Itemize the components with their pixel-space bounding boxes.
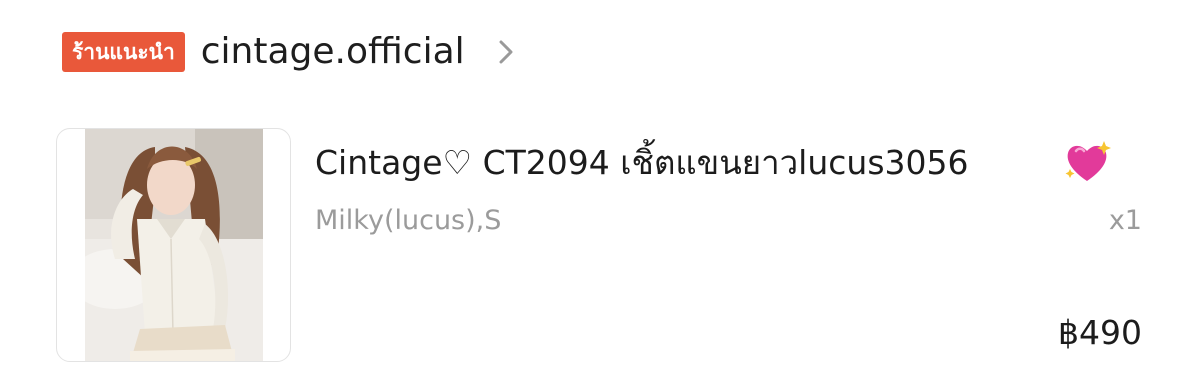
- chevron-right-icon[interactable]: [495, 37, 517, 67]
- product-photo: [85, 129, 263, 361]
- product-quantity: x1: [1108, 205, 1142, 236]
- product-variant: Milky(lucus),S: [315, 205, 502, 236]
- recommended-shop-badge: ร้านแนะนำ: [62, 32, 185, 72]
- order-item-card: ร้านแนะนำ cintage.official Cintage♡ CT20…: [0, 0, 1200, 390]
- product-title[interactable]: Cintage♡ CT2094 เชิ้ตแขนยาวlucus3056: [315, 139, 969, 187]
- sparkling-heart-icon: [1065, 141, 1111, 181]
- shop-header[interactable]: ร้านแนะนำ cintage.official: [62, 30, 517, 74]
- shop-name[interactable]: cintage.official: [201, 30, 465, 74]
- product-thumbnail[interactable]: [56, 128, 291, 362]
- product-price: ฿490: [1058, 313, 1142, 352]
